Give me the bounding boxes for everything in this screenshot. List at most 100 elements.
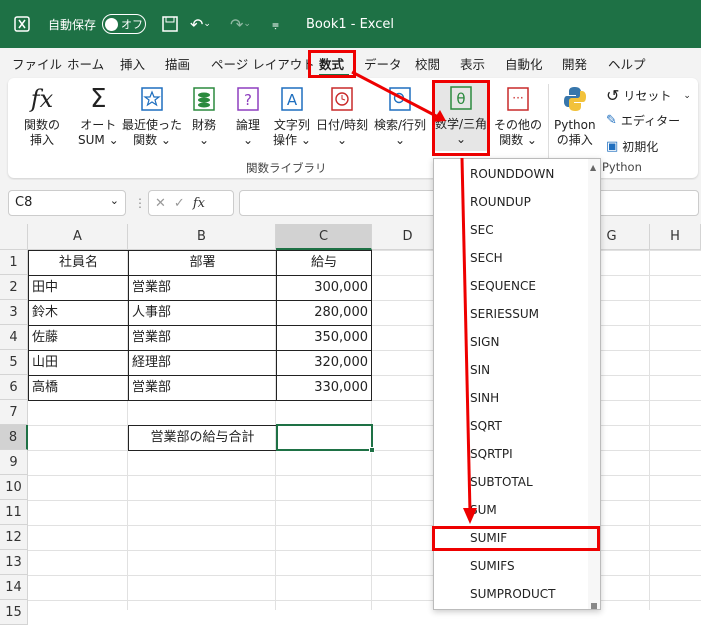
python-reset-button[interactable]: ↺ リセット ⌄ [606, 86, 691, 105]
function-item[interactable]: SIGN [470, 335, 499, 349]
row-header[interactable]: 10 [0, 475, 28, 500]
function-item[interactable]: ROUNDDOWN [470, 167, 554, 181]
row-header[interactable]: 1 [0, 250, 28, 275]
python-init-button[interactable]: ▣ 初期化 [606, 138, 658, 155]
tab-help[interactable]: ヘルプ [608, 54, 646, 73]
table-cell[interactable]: 田中 [28, 275, 129, 301]
tab-view[interactable]: 表示 [460, 54, 485, 73]
table-cell[interactable]: 山田 [28, 350, 129, 376]
active-cell-c8[interactable] [276, 424, 373, 451]
date-time-button[interactable]: 日付/時刻 ⌄ [316, 84, 368, 148]
table-cell[interactable]: 営業部 [128, 275, 277, 301]
recently-used-button[interactable]: 最近使った 関数 ⌄ [122, 84, 182, 148]
function-item[interactable]: SINH [470, 391, 499, 405]
autosum-button[interactable]: Σ オート SUM ⌄ [78, 84, 119, 148]
row-header[interactable]: 11 [0, 500, 28, 525]
column-header[interactable]: A [28, 224, 128, 250]
table-cell[interactable]: 320,000 [276, 350, 372, 376]
function-item[interactable]: SEC [470, 223, 494, 237]
cancel-icon[interactable]: ✕ [155, 196, 166, 211]
function-item[interactable]: SERIESSUM [470, 307, 539, 321]
fx-icon[interactable]: fx [193, 196, 205, 211]
name-box-value: C8 [15, 195, 33, 210]
text-button[interactable]: A 文字列 操作 ⌄ [273, 84, 311, 148]
math-trig-button[interactable]: θ 数学/三角 ⌄ [434, 81, 488, 151]
row-header[interactable]: 3 [0, 300, 28, 325]
undo-icon[interactable]: ↶ ⌄ [190, 0, 211, 48]
insert-python-button[interactable]: Python の挿入 [554, 84, 596, 148]
row-header[interactable]: 8 [0, 425, 28, 450]
function-item[interactable]: SEQUENCE [470, 279, 536, 293]
tab-home[interactable]: ホーム [67, 54, 104, 73]
redo-icon[interactable]: ↷ ⌄ [230, 0, 251, 48]
save-icon[interactable] [162, 0, 178, 48]
confirm-icon[interactable]: ✓ [174, 196, 185, 211]
row-header[interactable]: 15 [0, 600, 28, 625]
function-item[interactable]: ROUNDUP [470, 195, 531, 209]
select-all-corner[interactable] [0, 224, 28, 250]
tab-data[interactable]: データ [364, 54, 402, 73]
fill-handle[interactable] [369, 447, 375, 453]
function-item[interactable]: SECH [470, 251, 503, 265]
more-dots-icon: ⋮ [134, 196, 146, 210]
scroll-thumb[interactable] [591, 603, 597, 609]
function-item[interactable]: SQRTPI [470, 447, 513, 461]
tab-formulas[interactable]: 数式 [319, 54, 344, 73]
row-header[interactable]: 7 [0, 400, 28, 425]
name-box[interactable]: C8 ⌄ [8, 190, 126, 216]
button-label: ⌄ [336, 133, 348, 147]
star-icon [138, 84, 166, 114]
table-cell[interactable]: 300,000 [276, 275, 372, 301]
scroll-up-icon[interactable]: ▲ [590, 163, 596, 172]
header-cell[interactable]: 部署 [128, 250, 277, 276]
table-cell[interactable]: 350,000 [276, 325, 372, 351]
chevron-down-icon: ⌄ [683, 90, 691, 101]
tab-insert[interactable]: 挿入 [120, 54, 145, 73]
table-cell[interactable]: 佐藤 [28, 325, 129, 351]
tab-page-layout[interactable]: ページ レイアウト [211, 54, 315, 73]
row-header[interactable]: 9 [0, 450, 28, 475]
column-header[interactable]: B [128, 224, 276, 250]
lookup-reference-button[interactable]: 検索/行列 ⌄ [374, 84, 426, 148]
row-header[interactable]: 14 [0, 575, 28, 600]
more-functions-button[interactable]: ··· その他の 関数 ⌄ [494, 84, 542, 148]
table-cell[interactable]: 営業部 [128, 325, 277, 351]
function-item-sumif[interactable]: SUMIF [470, 531, 507, 545]
row-header[interactable]: 13 [0, 550, 28, 575]
table-cell[interactable]: 人事部 [128, 300, 277, 326]
python-editor-button[interactable]: ✎ エディター [606, 112, 680, 129]
row-header[interactable]: 5 [0, 350, 28, 375]
function-item[interactable]: SUMPRODUCT [470, 587, 556, 601]
table-cell[interactable]: 経理部 [128, 350, 277, 376]
function-item[interactable]: SUM [470, 503, 497, 517]
column-header[interactable]: C [276, 224, 372, 250]
quick-access-customize-icon[interactable]: ⩦ [272, 0, 279, 48]
table-cell[interactable]: 営業部 [128, 375, 277, 401]
sum-label-cell[interactable]: 営業部の給与合計 [128, 425, 277, 451]
logical-button[interactable]: ? 論理 ⌄ [234, 84, 262, 148]
row-header[interactable]: 6 [0, 375, 28, 400]
tab-draw[interactable]: 描画 [165, 54, 190, 73]
table-cell[interactable]: 330,000 [276, 375, 372, 401]
column-header[interactable]: H [650, 224, 701, 250]
tab-review[interactable]: 校閲 [415, 54, 440, 73]
row-header[interactable]: 4 [0, 325, 28, 350]
row-header[interactable]: 2 [0, 275, 28, 300]
table-cell[interactable]: 鈴木 [28, 300, 129, 326]
header-cell[interactable]: 給与 [276, 250, 372, 276]
table-cell[interactable]: 高橋 [28, 375, 129, 401]
tab-developer[interactable]: 開発 [562, 54, 587, 73]
tab-automate[interactable]: 自動化 [505, 54, 543, 73]
financial-button[interactable]: 財務 ⌄ [190, 84, 218, 148]
table-cell[interactable]: 280,000 [276, 300, 372, 326]
function-item[interactable]: SIN [470, 363, 490, 377]
autosave-toggle[interactable]: オフ [102, 0, 146, 48]
dropdown-scrollbar[interactable]: ▲ [588, 159, 600, 609]
insert-function-button[interactable]: fx 関数の 挿入 [24, 84, 60, 148]
header-cell[interactable]: 社員名 [28, 250, 129, 276]
function-item[interactable]: SUBTOTAL [470, 475, 533, 489]
function-item[interactable]: SUMIFS [470, 559, 515, 573]
tab-file[interactable]: ファイル [12, 54, 62, 73]
row-header[interactable]: 12 [0, 525, 28, 550]
function-item[interactable]: SQRT [470, 419, 502, 433]
